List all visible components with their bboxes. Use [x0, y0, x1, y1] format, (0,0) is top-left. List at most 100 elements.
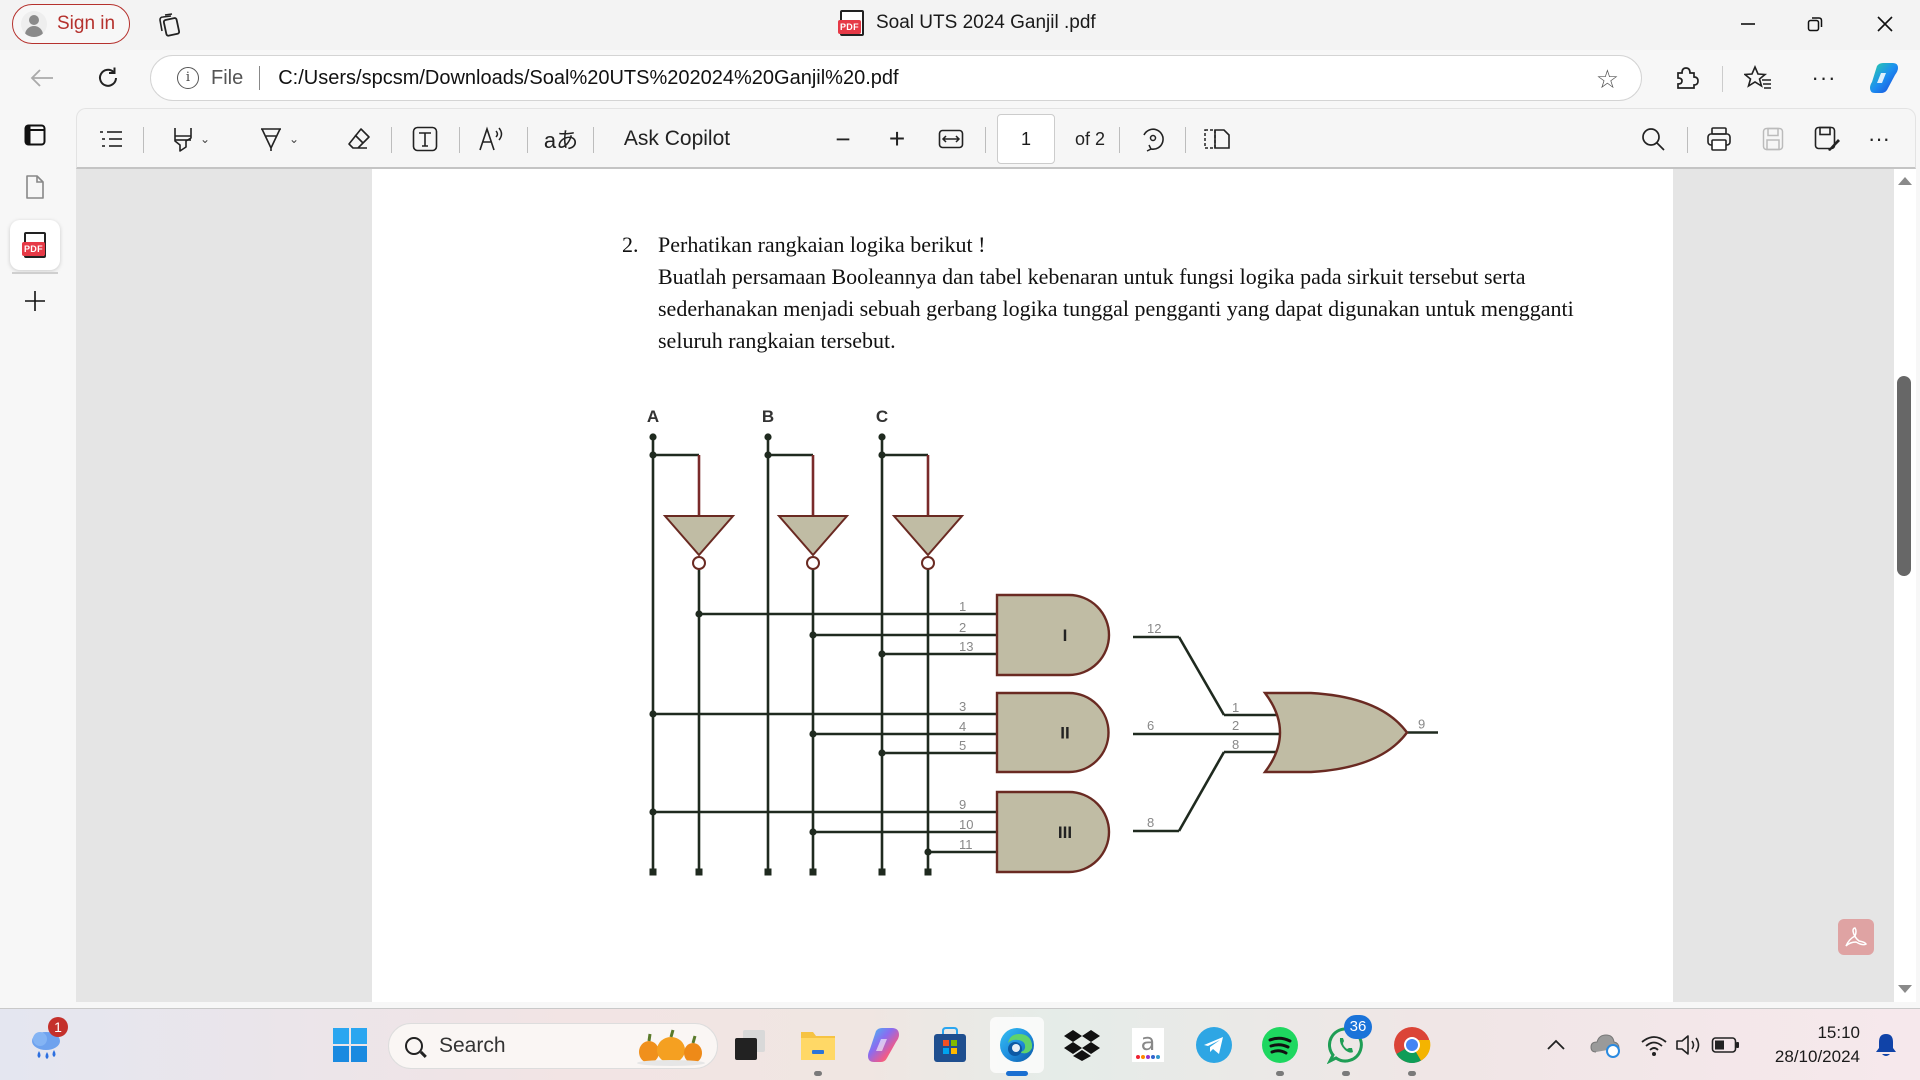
- minimize-icon: [1741, 23, 1755, 25]
- vertical-scrollbar[interactable]: [1894, 169, 1916, 1002]
- scroll-up-arrow-icon[interactable]: [1894, 173, 1916, 189]
- show-hidden-icons-button[interactable]: [1534, 1023, 1578, 1067]
- or-pin-number: 8: [1232, 737, 1239, 752]
- sidebar-toggle-button[interactable]: [10, 110, 60, 160]
- printer-icon: [1707, 127, 1731, 151]
- onedrive-sync-icon: [1590, 1034, 1620, 1058]
- taskbar-whatsapp[interactable]: 36: [1324, 1015, 1372, 1067]
- edge-browser-icon: [1000, 1028, 1034, 1062]
- save-as-icon: [1814, 126, 1840, 151]
- print-button[interactable]: [1703, 123, 1735, 155]
- notifications-button[interactable]: [1864, 1023, 1908, 1067]
- taskbar-spotify[interactable]: [1258, 1023, 1302, 1067]
- highlight-button[interactable]: ⌄: [161, 123, 221, 155]
- active-app-indicator: [1006, 1071, 1028, 1076]
- refresh-icon: [99, 67, 117, 87]
- taskbar-telegram[interactable]: [1192, 1023, 1236, 1067]
- rail-end-terminal: [878, 868, 886, 876]
- whatsapp-unread-badge: 36: [1344, 1015, 1372, 1039]
- output-pin-number: 12: [1147, 621, 1161, 636]
- rail-end-terminal: [649, 868, 657, 876]
- scroll-down-arrow-icon[interactable]: [1894, 981, 1916, 997]
- text-box-icon: [412, 126, 438, 152]
- pin-number: 4: [959, 719, 966, 734]
- rail-divider: [12, 272, 58, 274]
- ask-copilot-label: Ask Copilot: [623, 127, 731, 150]
- site-info-icon[interactable]: i: [177, 67, 199, 89]
- minimize-button[interactable]: [1718, 0, 1778, 48]
- rail-end-terminal: [924, 868, 932, 876]
- start-button[interactable]: [328, 1023, 372, 1067]
- taskbar-task-view[interactable]: [728, 1023, 772, 1067]
- page-number-input[interactable]: 1: [997, 114, 1055, 164]
- address-separator: [259, 66, 261, 90]
- title-bar: Sign in PDF Soal UTS 2024 Ganjil .pdf: [0, 0, 1920, 50]
- copilot-button[interactable]: [1866, 60, 1902, 96]
- erase-button[interactable]: [343, 123, 375, 155]
- add-text-button[interactable]: [409, 123, 441, 155]
- refresh-button[interactable]: [90, 60, 126, 96]
- pdf-file-icon: PDF: [838, 10, 864, 36]
- clock-button[interactable]: 15:10 28/10/2024: [1750, 1021, 1860, 1069]
- translate-button[interactable]: aあ: [543, 123, 579, 155]
- rail-end-terminal: [809, 868, 817, 876]
- plus-icon: +: [888, 123, 906, 154]
- taskbar-amazon[interactable]: a: [1126, 1023, 1170, 1067]
- chevron-down-icon[interactable]: ⌄: [289, 132, 299, 146]
- rotate-icon: [1143, 128, 1164, 152]
- weather-badge: 1: [48, 1017, 68, 1037]
- output-pin-number: 8: [1147, 815, 1154, 830]
- telegram-icon: [1196, 1027, 1232, 1063]
- extensions-button[interactable]: [1668, 60, 1704, 96]
- read-aloud-button[interactable]: [475, 123, 509, 155]
- zoom-out-button[interactable]: −: [827, 123, 859, 155]
- restore-button[interactable]: [1785, 0, 1845, 48]
- toolbar-separator: [593, 127, 594, 153]
- url-text[interactable]: C:/Users/spcsm/Downloads/Soal%20UTS%2020…: [278, 67, 898, 90]
- fit-to-width-button[interactable]: [935, 123, 967, 155]
- workspaces-tabs-icon[interactable]: [156, 12, 182, 38]
- rotate-button[interactable]: [1137, 123, 1169, 155]
- find-button[interactable]: [1637, 123, 1669, 155]
- draw-button[interactable]: ⌄: [249, 123, 309, 155]
- svg-text:a: a: [1141, 1028, 1156, 1056]
- sign-in-button[interactable]: Sign in: [12, 4, 130, 44]
- favorites-button[interactable]: [1740, 60, 1776, 96]
- taskbar-file-explorer[interactable]: [796, 1023, 840, 1067]
- taskbar-search-box[interactable]: Search: [388, 1023, 718, 1069]
- onedrive-tray-button[interactable]: [1584, 1023, 1628, 1067]
- vertical-tab-pdf[interactable]: PDF: [10, 220, 60, 270]
- table-of-contents-icon: [100, 131, 122, 147]
- zoom-in-button[interactable]: +: [881, 123, 913, 155]
- output-pin-number: 6: [1147, 718, 1154, 733]
- vertical-tab-blank[interactable]: [10, 162, 60, 212]
- save-as-button[interactable]: [1811, 123, 1843, 155]
- weather-widget[interactable]: 1: [24, 1017, 68, 1067]
- ask-copilot-button[interactable]: Ask Copilot: [617, 123, 737, 155]
- contents-button[interactable]: [95, 123, 127, 155]
- address-bar[interactable]: i File C:/Users/spcsm/Downloads/Soal%20U…: [150, 55, 1642, 101]
- settings-more-button[interactable]: ···: [1806, 60, 1842, 96]
- back-button[interactable]: [24, 60, 60, 96]
- taskbar-chrome[interactable]: [1390, 1023, 1434, 1067]
- favorite-star-icon[interactable]: ☆: [1596, 64, 1619, 95]
- or-output-pin-number: 9: [1418, 717, 1425, 732]
- open-in-acrobat-button[interactable]: [1838, 919, 1874, 955]
- save-button[interactable]: [1757, 123, 1789, 155]
- page-view-button[interactable]: [1201, 123, 1233, 155]
- not-gate-c: [891, 515, 965, 557]
- taskbar-edge[interactable]: [990, 1017, 1044, 1073]
- amazon-icon: a: [1132, 1028, 1164, 1062]
- windows-logo-icon: [333, 1028, 367, 1062]
- new-tab-button[interactable]: [10, 276, 60, 326]
- taskbar-microsoft-store[interactable]: [928, 1023, 972, 1067]
- more-options-button[interactable]: ···: [1861, 123, 1897, 155]
- taskbar-copilot[interactable]: [862, 1023, 906, 1067]
- taskbar-dropbox[interactable]: [1060, 1023, 1104, 1067]
- copilot-icon: [1870, 63, 1898, 93]
- close-window-button[interactable]: [1855, 0, 1915, 48]
- chevron-down-icon[interactable]: ⌄: [200, 132, 210, 146]
- chrome-icon: [1394, 1027, 1431, 1064]
- battery-tray-button[interactable]: [1704, 1023, 1748, 1067]
- scrollbar-thumb[interactable]: [1897, 376, 1911, 576]
